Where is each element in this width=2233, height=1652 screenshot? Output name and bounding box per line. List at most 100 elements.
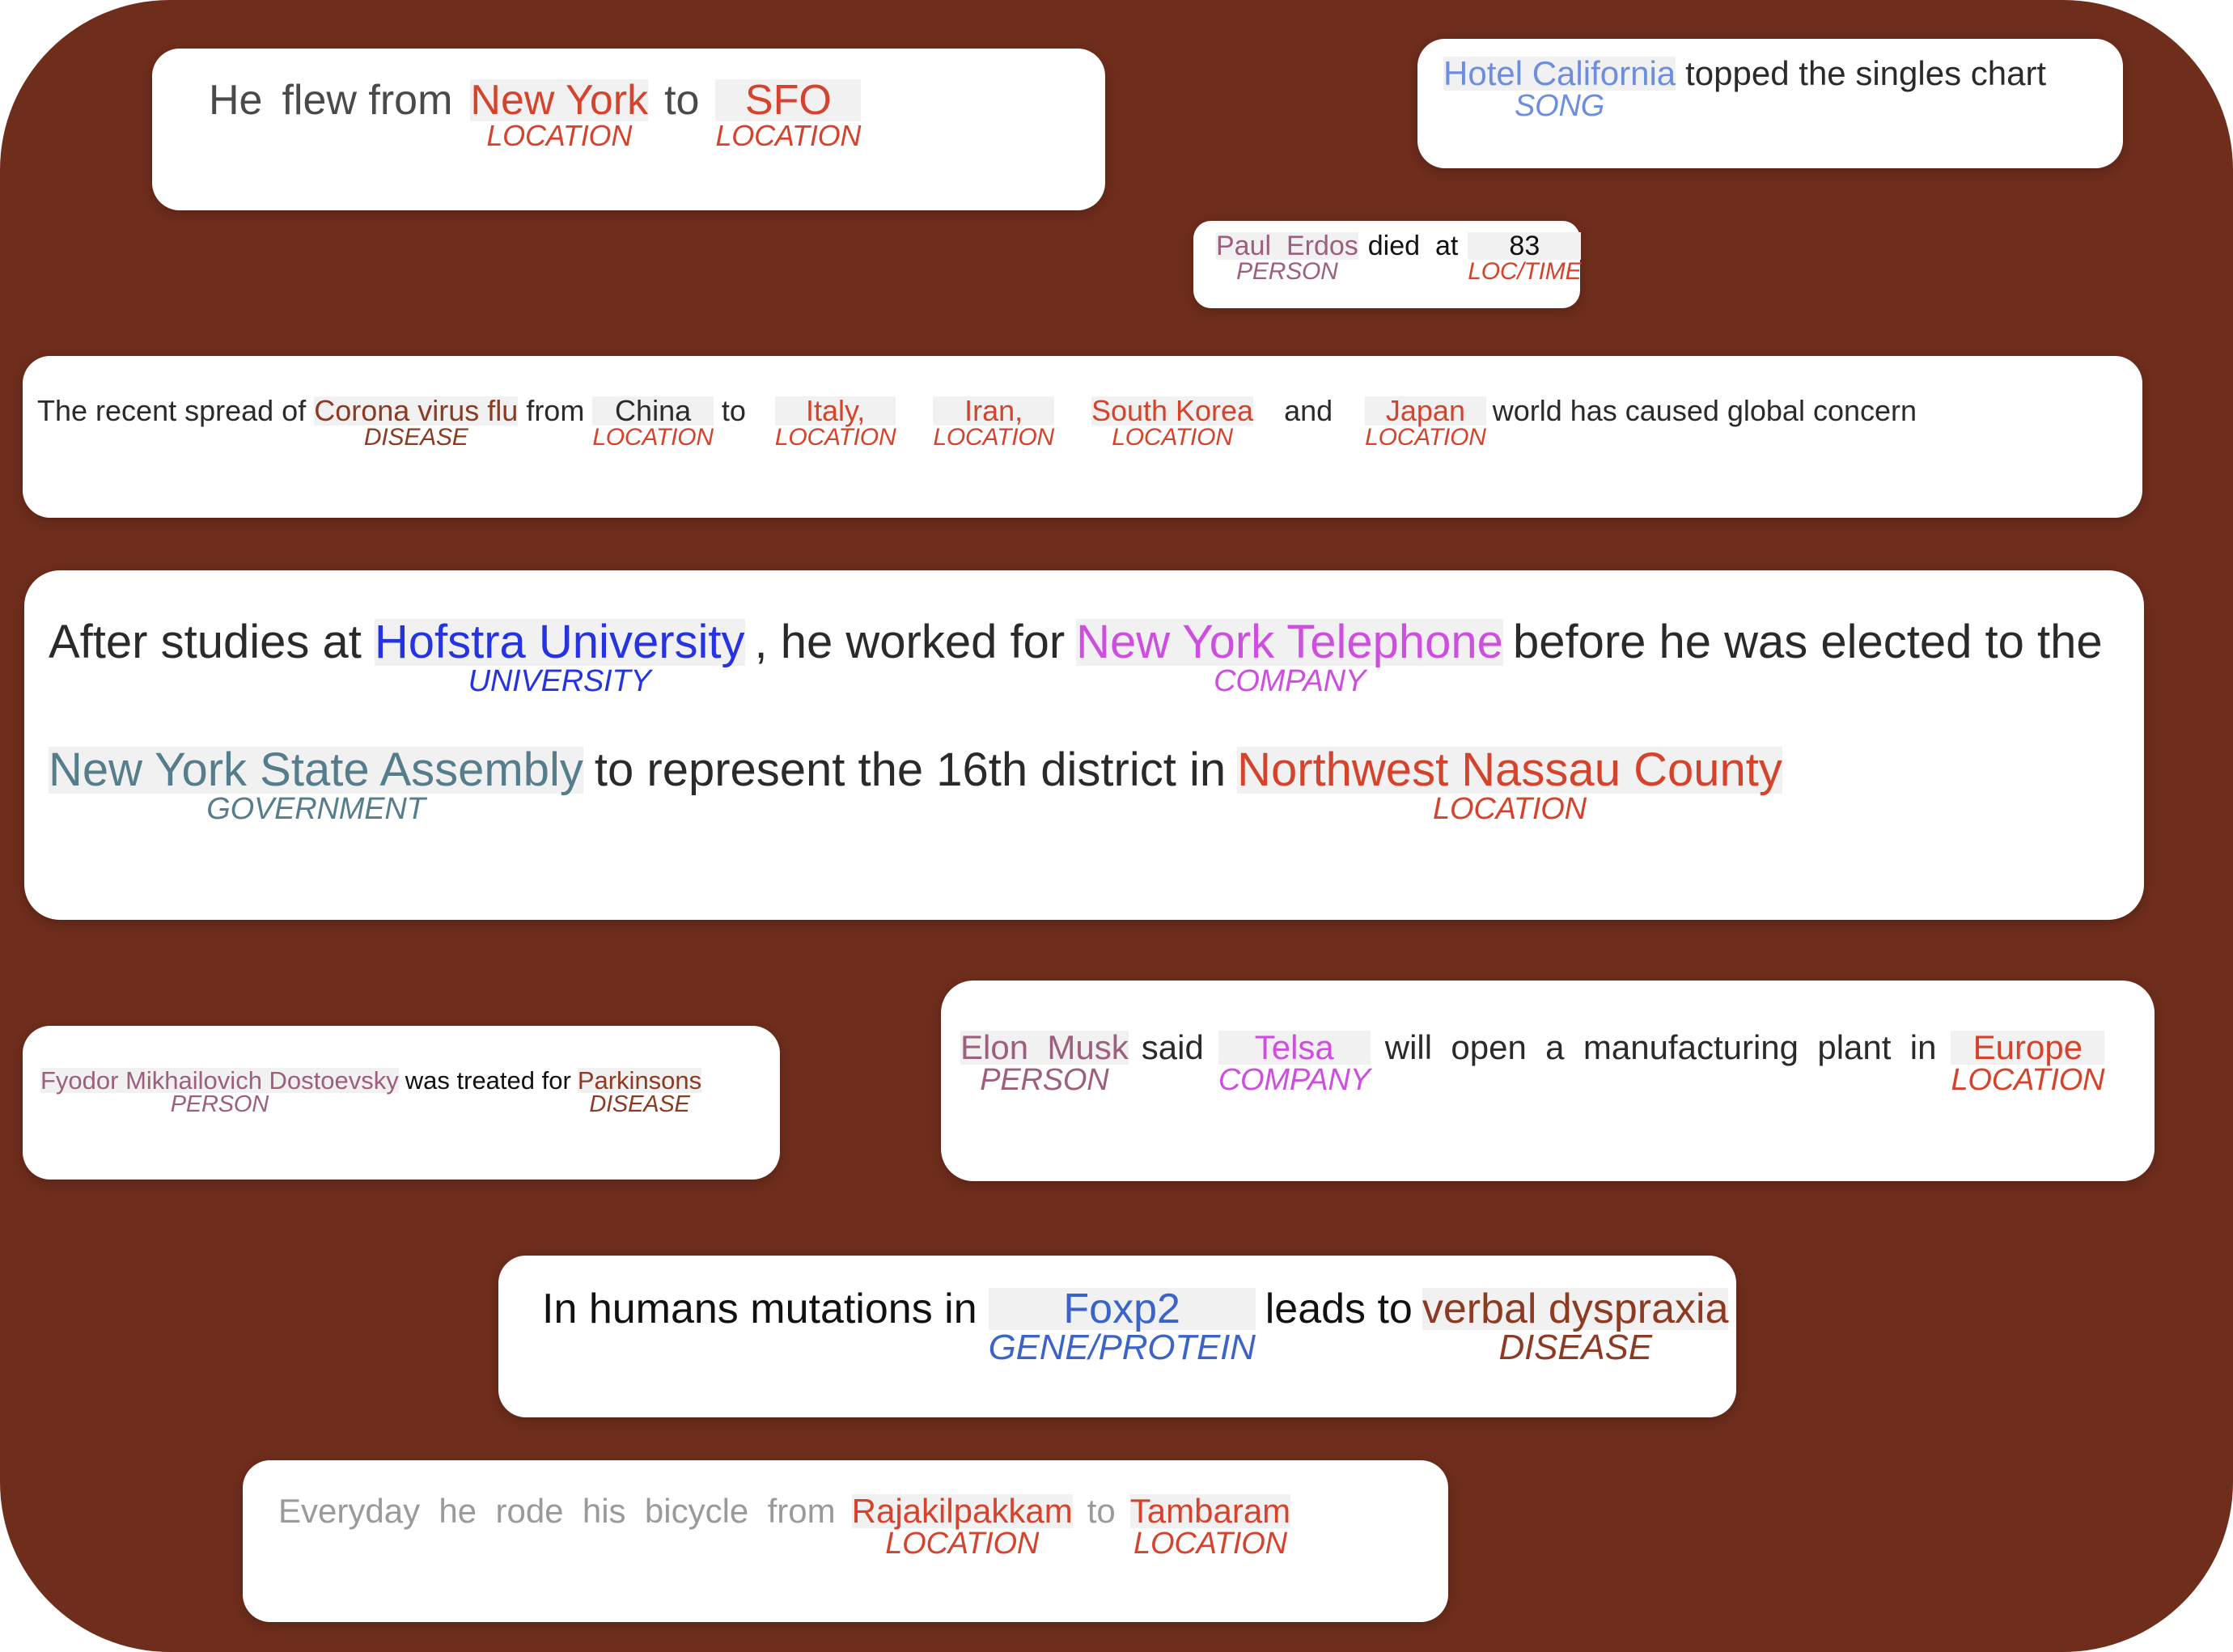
token-word: After studies at [49,616,362,668]
entity-label: GENE/PROTEIN [988,1328,1256,1367]
entity-word: Northwest Nassau County [1237,743,1782,796]
token-to: to [722,396,746,455]
token-label [37,426,306,455]
token-label [595,794,1226,841]
entity-label: SONG [1515,89,1605,123]
token-word: Everyday he rode his bicycle from [278,1492,836,1530]
entity-word: Corona virus flu [314,394,519,427]
entity-label: UNIVERSITY [468,664,651,698]
entity-label: LOCATION [1433,792,1587,826]
entity-label: LOCATION [1365,424,1486,451]
token-word: In humans mutations in [542,1286,977,1332]
entity-word: New York Telephone [1076,616,1503,668]
sentence-foxp2: In humans mutations in Foxp2 GENE/PROTEI… [542,1286,1729,1372]
token-and: and [1284,396,1333,455]
token-word: to [664,77,700,124]
entity-label: PERSON [170,1091,269,1117]
token-label [49,666,362,713]
token-to-represent-district: to represent the 16th district in [595,747,1226,841]
entity-new-york-telephone: New York Telephone COMPANY [1076,619,1503,697]
entity-new-york: New York LOCATION [470,77,649,152]
token-word: to represent the 16th district in [594,743,1227,796]
entity-parkinsons: Parkinsons DISEASE [577,1068,702,1116]
token-will-open-plant-in: will open a manufacturing plant in [1385,1031,1937,1099]
token-word: before he was elected to the [1512,616,2103,668]
token-topped-chart: topped the singles chart [1685,57,2046,125]
entity-word: verbal dyspraxia [1422,1286,1729,1332]
token-label [405,1093,571,1118]
token-word: and [1284,394,1333,427]
token-word: , he worked for [754,616,1066,668]
entity-label: LOCATION [933,424,1054,451]
entity-word: New York [470,77,649,124]
entity-sfo: SFO LOCATION [715,79,861,150]
entity-word: Paul Erdos [1216,231,1358,261]
token-label [1685,91,2046,125]
sentence-song: Hotel California SONG topped the singles… [1443,57,2046,125]
token-label [1284,426,1333,455]
entity-label: PERSON [980,1063,1109,1097]
entity-verbal-dyspraxia: verbal dyspraxia DISEASE [1422,1288,1729,1366]
token-word: topped the singles chart [1685,54,2047,92]
token-word: said [1141,1028,1204,1066]
entity-word: Italy, [774,396,896,426]
token-label [542,1330,977,1372]
entity-word: China [592,396,714,426]
entity-word: South Korea [1091,394,1254,427]
entity-label: LOCATION [1133,1527,1287,1561]
entity-label: DISEASE [1498,1328,1653,1367]
example-card-musk: Elon Musk PERSON said Telsa COMPANY will… [941,981,2155,1181]
sentence-hofstra-line1: After studies at Hofstra University UNIV… [49,619,2103,713]
token-label [1493,426,1917,455]
token-from: from [526,396,584,455]
token-word: was treated for [405,1066,571,1095]
example-card-hofstra: After studies at Hofstra University UNIV… [24,570,2144,920]
entity-label: LOC/TIME [1468,258,1582,285]
sentence-bicycle: Everyday he rode his bicycle from Rajaki… [278,1492,1291,1562]
token-label [526,426,584,455]
token-word: The recent spread of [37,394,307,427]
entity-south-korea: South Korea LOCATION [1091,394,1254,450]
entity-label: LOCATION [486,119,633,152]
entity-word: Europe [1951,1031,2105,1065]
token-the-recent-spread-of: The recent spread of [37,396,306,455]
entity-word: Telsa [1218,1031,1371,1065]
entity-hotel-california: Hotel California SONG [1443,57,1676,121]
entity-word: Japan [1365,396,1486,426]
token-word: world has caused global concern [1492,394,1917,427]
token-label [1087,1528,1116,1562]
token-said: said [1142,1031,1204,1099]
entity-label: COMPANY [1214,664,1366,698]
example-card-corona: The recent spread of Corona virus flu DI… [23,356,2142,518]
token-label [209,121,262,163]
entity-word: SFO [715,79,862,121]
token-word: flew from [282,77,453,124]
token-label [1265,1330,1413,1372]
token-to: to [664,79,699,163]
entity-word: Fyodor Mikhailovich Dostoevsky [40,1066,399,1095]
entity-hofstra-university: Hofstra University UNIVERSITY [374,619,745,698]
sentence-musk: Elon Musk PERSON said Telsa COMPANY will… [960,1031,2105,1099]
entity-label: LOCATION [1951,1063,2105,1097]
token-word: He [209,77,263,124]
token-everyday-rode-bicycle-from: Everyday he rode his bicycle from [278,1494,836,1562]
entity-label: DISEASE [363,424,468,451]
example-card-dostoevsky: Fyodor Mikhailovich Dostoevsky PERSON wa… [23,1026,780,1180]
token-label [278,1528,836,1562]
token-he: He [209,79,262,163]
token-label [282,121,452,163]
token-label [755,666,1066,713]
token-word: to [1087,1492,1116,1530]
entity-label: COMPANY [1218,1063,1371,1097]
entity-japan: Japan LOCATION [1365,396,1486,450]
example-card-song: Hotel California SONG topped the singles… [1417,39,2123,168]
token-label [1513,666,2103,713]
entity-83: 83 LOC/TIME [1468,232,1582,285]
token-he-worked-for: , he worked for [755,619,1066,713]
entity-word: Rajakilpakkam [851,1492,1073,1530]
token-before-elected: before he was elected to the [1513,619,2103,713]
entity-italy: Italy, LOCATION [774,396,896,450]
entity-tambaram: Tambaram LOCATION [1129,1494,1291,1561]
entity-elon-musk: Elon Musk PERSON [960,1031,1129,1095]
entity-rajakilpakkam: Rajakilpakkam LOCATION [851,1492,1073,1559]
